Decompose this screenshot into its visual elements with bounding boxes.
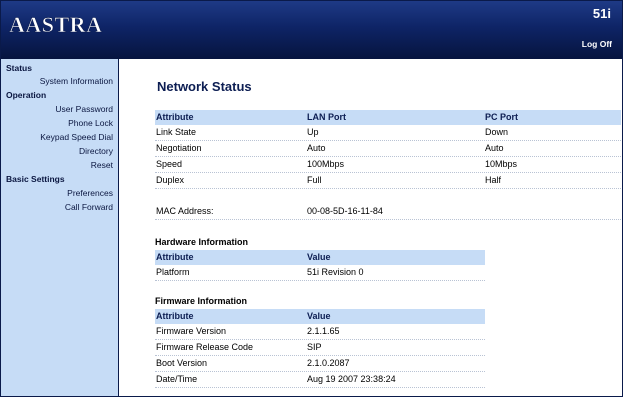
sidebar-item-reset[interactable]: Reset: [1, 160, 113, 170]
hardware-section-title: Hardware Information: [155, 237, 249, 247]
firmware-table-header: Attribute Value: [155, 309, 485, 324]
table-row: Speed 100Mbps 10Mbps: [155, 157, 621, 173]
cell-pc: Auto: [485, 143, 504, 153]
cell-pc: 10Mbps: [485, 159, 518, 169]
table-row: Boot Version 2.1.0.2087: [155, 356, 485, 372]
cell-attribute: Platform: [156, 267, 190, 277]
main-content: Network Status Attribute LAN Port PC Por…: [120, 59, 622, 396]
table-row: Negotiation Auto Auto: [155, 141, 621, 157]
col-lan-port: LAN Port: [307, 112, 346, 122]
cell-attribute: Boot Version: [156, 358, 208, 368]
sidebar-item-keypad-speed-dial[interactable]: Keypad Speed Dial: [1, 132, 113, 142]
sidebar-section-basic-settings: Basic Settings: [6, 174, 65, 184]
col-pc-port: PC Port: [485, 112, 519, 122]
cell-attribute: Firmware Version: [156, 326, 227, 336]
svg-text:AASTRA: AASTRA: [9, 12, 102, 37]
cell-lan: Up: [307, 127, 319, 137]
cell-attribute: Link State: [156, 127, 197, 137]
col-attribute: Attribute: [156, 112, 194, 122]
network-table-header: Attribute LAN Port PC Port: [155, 110, 621, 125]
hardware-table-header: Attribute Value: [155, 250, 485, 265]
sidebar-item-phone-lock[interactable]: Phone Lock: [1, 118, 113, 128]
cell-value: 51i Revision 0: [307, 267, 364, 277]
sidebar-item-user-password[interactable]: User Password: [1, 104, 113, 114]
cell-lan: Auto: [307, 143, 326, 153]
cell-value: SIP: [307, 342, 322, 352]
browser-frame: AASTRA 51i Log Off Status System Informa…: [0, 0, 623, 397]
mac-address-value: 00-08-5D-16-11-84: [307, 206, 383, 216]
sidebar-section-operation: Operation: [6, 90, 47, 100]
cell-attribute: Duplex: [156, 175, 185, 185]
cell-pc: Half: [485, 175, 502, 185]
sidebar-item-system-information[interactable]: System Information: [1, 76, 113, 86]
log-off-link[interactable]: Log Off: [582, 39, 612, 49]
cell-lan: Full: [307, 175, 322, 185]
col-value: Value: [307, 311, 331, 321]
sidebar-section-status: Status: [6, 63, 32, 73]
col-attribute: Attribute: [156, 311, 194, 321]
cell-attribute: Firmware Release Code: [156, 342, 254, 352]
table-row: Platform 51i Revision 0: [155, 265, 485, 281]
cell-pc: Down: [485, 127, 509, 137]
sidebar-item-directory[interactable]: Directory: [1, 146, 113, 156]
table-row: Firmware Release Code SIP: [155, 340, 485, 356]
mac-address-label: MAC Address:: [156, 206, 214, 216]
cell-value: Aug 19 2007 23:38:24: [307, 374, 396, 384]
cell-value: 2.1.1.65: [307, 326, 340, 336]
cell-attribute: Speed: [156, 159, 183, 169]
sidebar-item-preferences[interactable]: Preferences: [1, 188, 113, 198]
header-bar: AASTRA 51i Log Off: [1, 1, 622, 59]
cell-value: 2.1.0.2087: [307, 358, 350, 368]
col-value: Value: [307, 252, 331, 262]
firmware-section-title: Firmware Information: [155, 296, 248, 306]
mac-address-row: MAC Address: 00-08-5D-16-11-84: [155, 204, 621, 220]
sidebar-item-call-forward[interactable]: Call Forward: [1, 202, 113, 212]
aastra-logo: AASTRA: [9, 12, 103, 38]
page-title: Network Status: [157, 79, 252, 94]
model-label: 51i: [592, 6, 611, 21]
col-attribute: Attribute: [156, 252, 194, 262]
cell-lan: 100Mbps: [307, 159, 345, 169]
table-row: Duplex Full Half: [155, 173, 621, 189]
cell-attribute: Date/Time: [156, 374, 198, 384]
table-row: Link State Up Down: [155, 125, 621, 141]
cell-attribute: Negotiation: [156, 143, 202, 153]
sidebar: Status System Information Operation User…: [1, 59, 119, 396]
table-row: Firmware Version 2.1.1.65: [155, 324, 485, 340]
table-row: Date/Time Aug 19 2007 23:38:24: [155, 372, 485, 388]
